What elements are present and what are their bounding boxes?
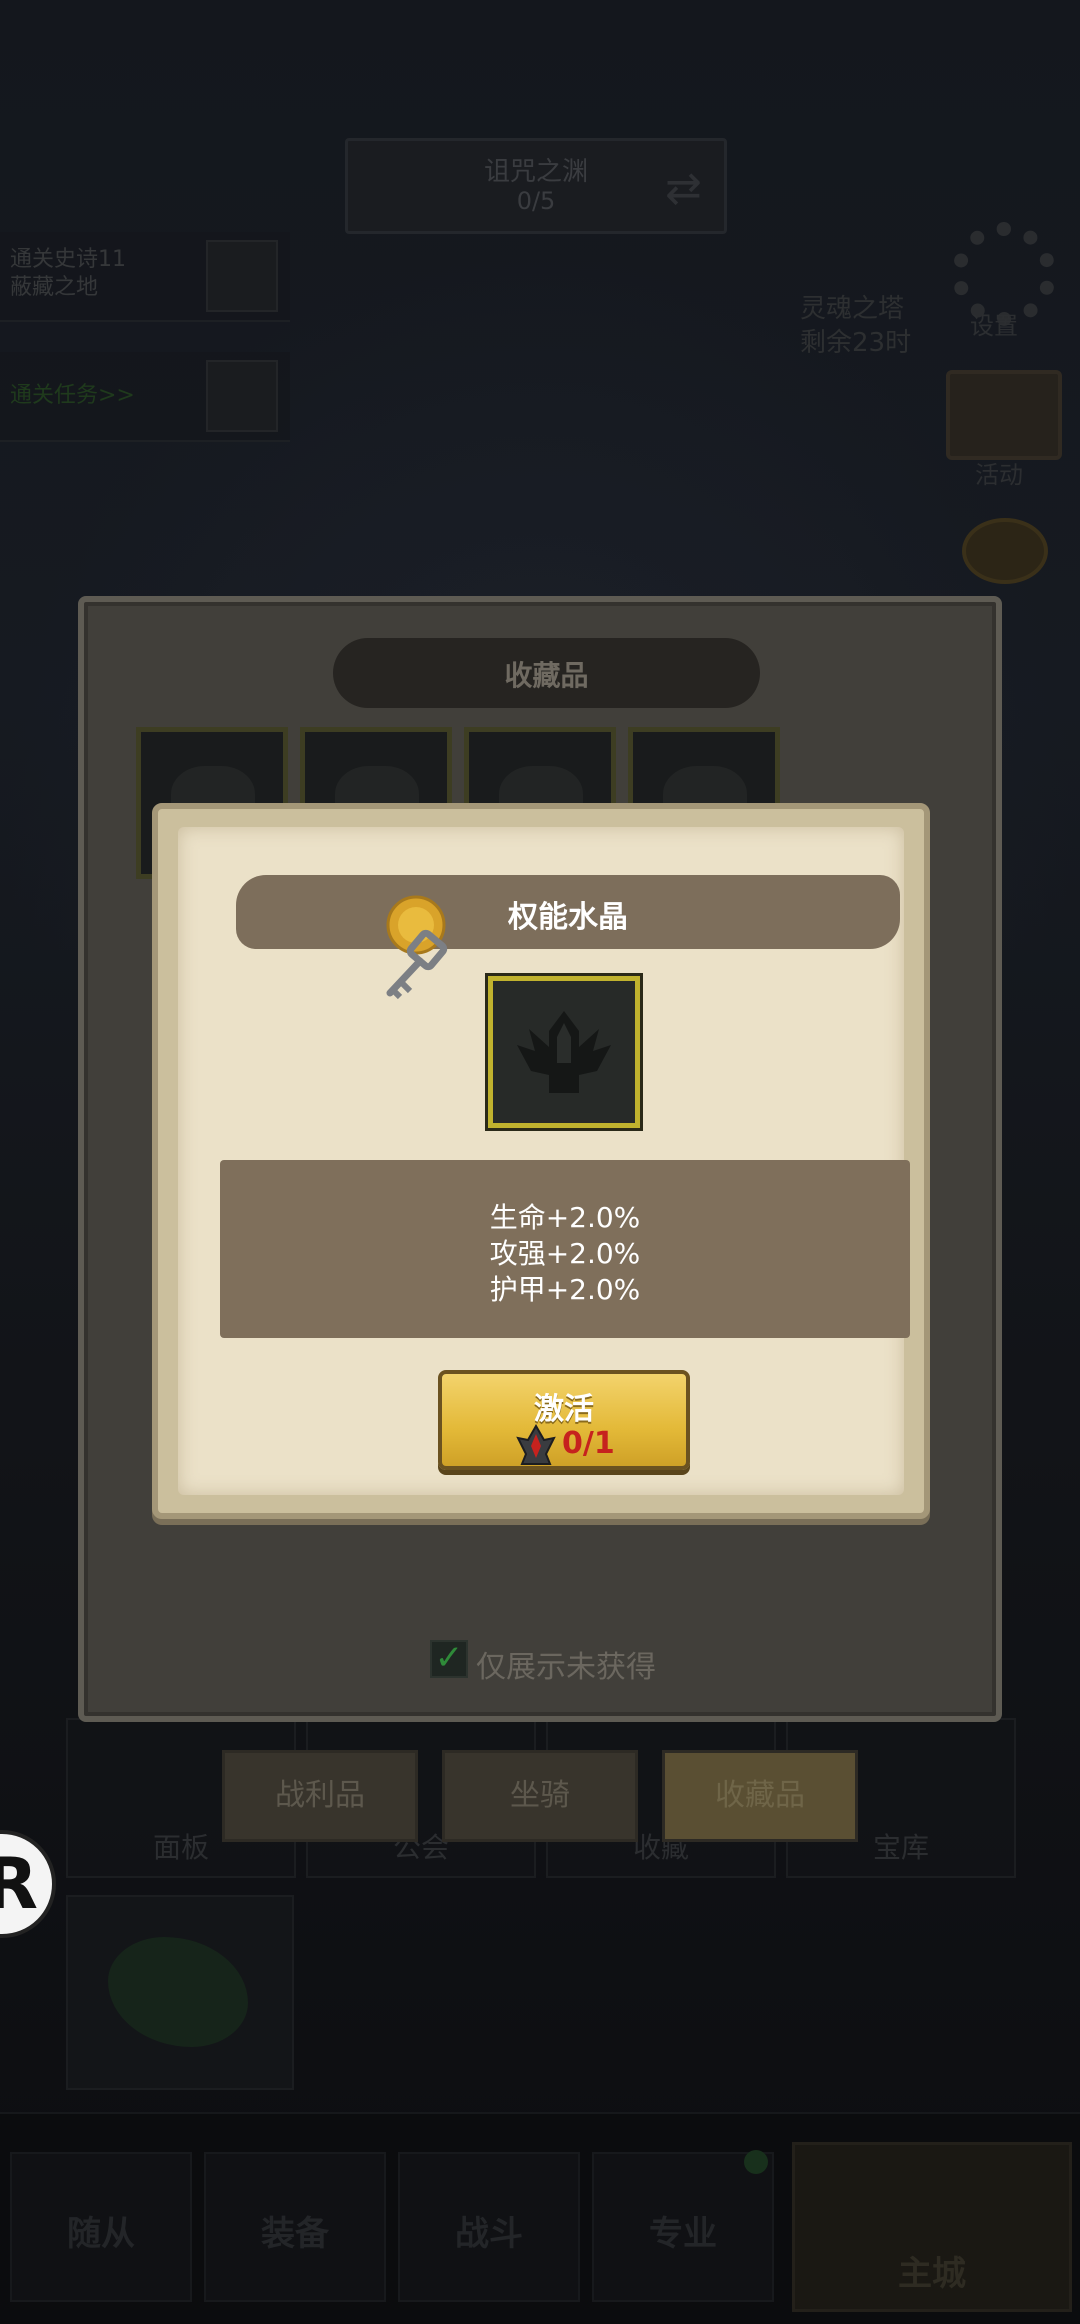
activation-cost: 0/1 [562,1426,615,1461]
quest-text: 通关任务>> [10,383,135,408]
quest-reward-slot [206,360,278,432]
tab-mounts[interactable]: 坐骑 [442,1750,638,1842]
popup-paper: 权能水晶 生命+2.0% 攻强+2.0% 护甲+2.0% 激活 0/1 [178,827,910,1495]
event-timer-text: 灵魂之塔 剩余23时 [800,294,912,358]
chest-icon [946,370,1062,460]
tab-collectibles[interactable]: 收藏品 [662,1750,858,1842]
bottom-tab: 战斗 [398,2152,580,2302]
panel-title: 收藏品 [504,659,589,692]
notification-dot [744,2150,768,2174]
key-icon [386,895,448,1000]
activate-label: 激活 [534,1392,594,1427]
item-detail-popup: 权能水晶 生命+2.0% 攻强+2.0% 护甲+2.0% 激活 0/1 [152,803,930,1519]
filter-label: 仅展示未获得 [476,1650,656,1685]
activate-button[interactable]: 激活 0/1 [438,1370,690,1470]
settings-label: 设置 [970,312,1018,340]
stat-line: 攻强+2.0% [489,1237,641,1270]
bottom-tab: 专业 [592,2152,774,2302]
bottom-tab-main-city: 主城 [792,2142,1072,2312]
stat-line: 生命+2.0% [489,1201,641,1234]
collection-tabs: 战利品 坐骑 收藏品 [222,1750,858,1842]
crown-silhouette-icon [517,1011,611,1093]
stat-line: 护甲+2.0% [489,1273,641,1306]
bottom-tab: 随从 [10,2152,192,2302]
dragon-icon [108,1937,248,2047]
tab-loot[interactable]: 战利品 [222,1750,418,1842]
popup-title: 权能水晶 [508,900,628,935]
panel-title-bar: 收藏品 [333,638,760,708]
crystal-icon [516,1424,556,1465]
coin-icon [962,518,1048,584]
checkbox-checked-icon[interactable]: ✓ [430,1640,468,1678]
quest-reward-slot [206,240,278,312]
activity-label: 活动 [975,461,1023,489]
floating-r-badge[interactable]: R [0,1830,56,1938]
stats-box: 生命+2.0% 攻强+2.0% 护甲+2.0% [220,1160,910,1338]
pet-slot [66,1895,294,2090]
quest-text: 通关史诗11 蔽藏之地 [10,247,126,300]
item-frame [488,976,640,1128]
quest-item: 通关史诗11 蔽藏之地 [0,232,290,322]
swap-icon: ⇄ [665,163,702,214]
bottom-tab: 装备 [204,2152,386,2302]
quest-item: 通关任务>> [0,352,290,442]
stage-selector: 诅咒之渊 0/5 ⇄ [345,138,727,234]
popup-header: 权能水晶 [236,875,900,949]
bottom-nav-bar: 随从 装备 战斗 专业 主城 [0,2112,1080,2324]
